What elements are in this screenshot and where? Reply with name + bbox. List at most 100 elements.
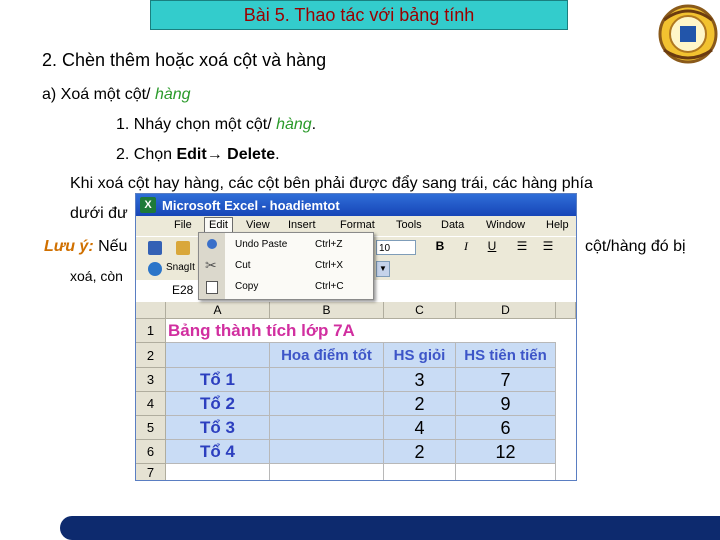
spreadsheet-grid: A B C D 1 2 3 4 5 6 7 Bảng thành tích lớ…	[136, 302, 576, 480]
step-1-end: .	[311, 116, 317, 133]
excel-window-title: Microsoft Excel - hoadiemtot	[162, 198, 340, 213]
row-header-1[interactable]: 1	[136, 319, 166, 343]
cell-a1[interactable]: Bảng thành tích lớp 7A	[166, 319, 556, 343]
menu-item-cut[interactable]: ✂ Cut Ctrl+X	[199, 256, 371, 276]
cell-a2[interactable]	[166, 343, 270, 368]
note-start: Nếu	[93, 238, 128, 255]
snagit-label[interactable]: SnagIt	[166, 262, 195, 273]
cell-b6[interactable]	[270, 440, 384, 464]
cut-shortcut: Ctrl+X	[315, 260, 344, 271]
dropdown-arrow-icon[interactable]: ▼	[376, 261, 390, 277]
edit-dropdown-menu: Undo Paste Ctrl+Z ✂ Cut Ctrl+X Copy Ctrl…	[198, 232, 374, 300]
footer-bar	[60, 516, 720, 540]
undo-icon	[207, 239, 217, 249]
row-header-6[interactable]: 6	[136, 440, 166, 464]
arrow-right-icon: →	[206, 146, 223, 163]
column-header-c[interactable]: C	[384, 302, 456, 319]
copy-shortcut: Ctrl+C	[315, 281, 344, 292]
note-end: cột/hàng đó bị	[585, 238, 686, 255]
cell-b4[interactable]	[270, 392, 384, 416]
column-header-a[interactable]: A	[166, 302, 270, 319]
column-header-d[interactable]: D	[456, 302, 556, 319]
copy-label: Copy	[235, 281, 259, 292]
cell-d7[interactable]	[456, 464, 556, 480]
cell-b3[interactable]	[270, 368, 384, 392]
step-1-suffix: hàng	[276, 116, 312, 133]
slide-title: Bài 5. Thao tác với bảng tính	[243, 4, 475, 25]
excel-app-icon: X	[140, 197, 156, 213]
cell-c7[interactable]	[384, 464, 456, 480]
cell-d3[interactable]: 7	[456, 368, 556, 392]
note-line-1: Lưu ý: Nếu	[44, 238, 127, 256]
undo-paste-label: Undo Paste	[235, 239, 288, 250]
paragraph-line-2: dưới đư	[70, 205, 128, 222]
step-1: 1. Nháy chọn một cột/ hàng.	[116, 116, 316, 134]
step-2-prefix: 2. Chọn	[116, 146, 177, 163]
cell-d2[interactable]: HS tiên tiến	[456, 343, 556, 368]
font-size-select[interactable]: 10	[376, 240, 416, 255]
spelling-icon[interactable]	[176, 241, 190, 255]
menu-format[interactable]: Format	[340, 219, 375, 231]
scissors-icon: ✂	[205, 257, 217, 273]
cut-label: Cut	[235, 260, 251, 271]
subsection-a-suffix: hàng	[154, 86, 191, 103]
snagit-icon[interactable]	[148, 262, 162, 276]
menu-item-copy[interactable]: Copy Ctrl+C	[199, 277, 371, 297]
row-header-4[interactable]: 4	[136, 392, 166, 416]
name-box[interactable]: E28	[172, 283, 193, 297]
row-header-5[interactable]: 5	[136, 416, 166, 440]
underline-button[interactable]: U	[484, 239, 500, 253]
cell-b7[interactable]	[270, 464, 384, 480]
paragraph-line-1: Khi xoá cột hay hàng, các cột bên phải đ…	[70, 175, 593, 192]
menu-data[interactable]: Data	[441, 219, 464, 231]
cell-b5[interactable]	[270, 416, 384, 440]
row-header-3[interactable]: 3	[136, 368, 166, 392]
menu-insert[interactable]: Insert	[288, 219, 316, 231]
step-2-delete: Delete	[222, 146, 276, 163]
corner-header[interactable]	[136, 302, 166, 319]
menu-tools[interactable]: Tools	[396, 219, 422, 231]
italic-button[interactable]: I	[458, 239, 474, 254]
cell-c2[interactable]: HS giỏi	[384, 343, 456, 368]
copy-icon	[206, 281, 218, 294]
menu-help[interactable]: Help	[546, 219, 569, 231]
slide-title-box: Bài 5. Thao tác với bảng tính	[150, 0, 568, 30]
step-2-end: .	[275, 146, 280, 163]
cell-a3[interactable]: Tổ 1	[166, 368, 270, 392]
step-2-edit: Edit	[176, 146, 207, 163]
cell-a7[interactable]	[166, 464, 270, 480]
column-header-e[interactable]	[556, 302, 576, 319]
menu-edit[interactable]: Edit	[204, 217, 233, 233]
cell-a6[interactable]: Tổ 4	[166, 440, 270, 464]
section-heading: 2. Chèn thêm hoặc xoá cột và hàng	[42, 50, 327, 70]
cell-d4[interactable]: 9	[456, 392, 556, 416]
step-2: 2. Chọn Edit→ Delete.	[116, 146, 280, 164]
cell-a5[interactable]: Tổ 3	[166, 416, 270, 440]
cell-c3[interactable]: 3	[384, 368, 456, 392]
step-1-prefix: 1. Nháy chọn một cột/	[116, 116, 277, 133]
menu-item-undo-paste[interactable]: Undo Paste Ctrl+Z	[199, 235, 371, 255]
cell-d6[interactable]: 12	[456, 440, 556, 464]
bold-button[interactable]: B	[432, 239, 448, 253]
undo-paste-shortcut: Ctrl+Z	[315, 239, 343, 250]
row-header-7[interactable]: 7	[136, 464, 166, 480]
align-left-icon[interactable]: ☰	[514, 239, 530, 253]
excel-title-bar[interactable]: X Microsoft Excel - hoadiemtot	[136, 194, 576, 216]
subsection-a: a) Xoá một cột/ hàng	[42, 86, 191, 104]
cell-c4[interactable]: 2	[384, 392, 456, 416]
cell-c6[interactable]: 2	[384, 440, 456, 464]
cell-c5[interactable]: 4	[384, 416, 456, 440]
school-logo	[654, 0, 720, 66]
cell-b2[interactable]: Hoa điểm tốt	[270, 343, 384, 368]
note-label: Lưu ý:	[44, 238, 94, 255]
cell-a4[interactable]: Tổ 2	[166, 392, 270, 416]
column-header-b[interactable]: B	[270, 302, 384, 319]
row-header-2[interactable]: 2	[136, 343, 166, 368]
cell-d5[interactable]: 6	[456, 416, 556, 440]
align-center-icon[interactable]: ☰	[540, 239, 556, 253]
menu-view[interactable]: View	[246, 219, 270, 231]
save-icon[interactable]	[148, 241, 162, 255]
menu-file[interactable]: File	[174, 219, 192, 231]
menu-window[interactable]: Window	[486, 219, 525, 231]
subsection-a-prefix: a) Xoá một cột/	[42, 86, 155, 103]
